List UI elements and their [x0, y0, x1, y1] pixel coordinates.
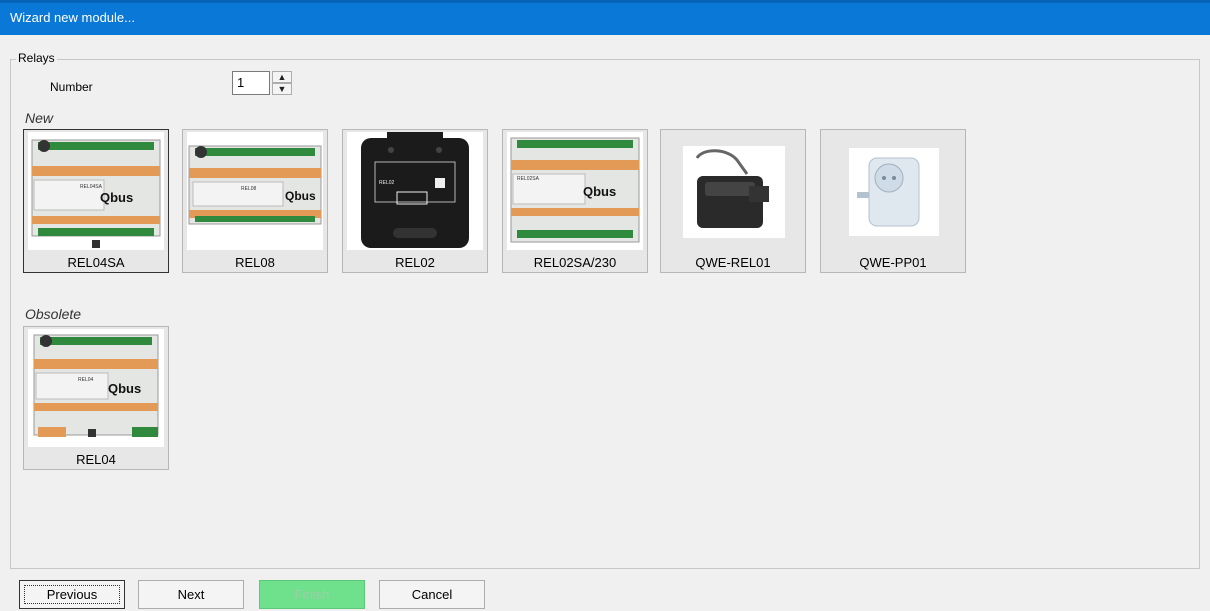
number-input[interactable]: 1	[232, 71, 270, 95]
module-tile-rel04sa[interactable]: Qbus REL04SA REL04SA	[23, 129, 169, 273]
rel02-device-image: REL02	[347, 132, 483, 250]
next-label: Next	[177, 587, 205, 602]
spin-down-button[interactable]: ▼	[272, 83, 292, 95]
module-tile-qwe-pp01[interactable]: QWE-PP01	[820, 129, 966, 273]
number-label: Number	[50, 80, 93, 94]
module-tile-rel02[interactable]: REL02 REL02	[342, 129, 488, 273]
module-name: REL02	[395, 255, 435, 270]
qwe-rel01-device-image	[683, 146, 785, 238]
svg-text:Qbus: Qbus	[100, 190, 133, 205]
svg-text:Qbus: Qbus	[583, 184, 616, 199]
rel04-device-image: Qbus REL04	[28, 329, 164, 447]
module-tile-rel02sa-230[interactable]: Qbus REL02SA REL02SA/230	[502, 129, 648, 273]
finish-button[interactable]: Finish	[259, 580, 365, 609]
rel02sa-device-image: Qbus REL02SA	[507, 132, 643, 250]
module-name: REL02SA/230	[533, 255, 617, 270]
cancel-label: Cancel	[411, 587, 453, 602]
svg-text:REL04: REL04	[78, 377, 94, 383]
number-spinner[interactable]: 1 ▲ ▼	[232, 71, 292, 97]
module-name: QWE-PP01	[859, 255, 927, 270]
module-tile-qwe-rel01[interactable]: QWE-REL01	[660, 129, 806, 273]
module-tile-rel08[interactable]: Qbus REL08 REL08	[182, 129, 328, 273]
svg-text:REL02SA: REL02SA	[517, 176, 540, 182]
rel08-device-image: Qbus REL08	[187, 132, 323, 250]
spin-up-button[interactable]: ▲	[272, 71, 292, 83]
module-name: REL04SA	[67, 255, 125, 270]
module-name: REL08	[235, 255, 275, 270]
window-titlebar: Wizard new module...	[0, 0, 1210, 35]
svg-text:REL08: REL08	[241, 186, 257, 192]
svg-text:Qbus: Qbus	[285, 189, 316, 203]
svg-text:Qbus: Qbus	[108, 381, 141, 396]
cancel-button[interactable]: Cancel	[379, 580, 485, 609]
window-title: Wizard new module...	[10, 10, 135, 25]
rel04sa-device-image: Qbus REL04SA	[28, 132, 164, 250]
relays-group-label: Relays	[16, 51, 57, 65]
section-label-obsolete: Obsolete	[25, 306, 82, 322]
module-name: REL04	[76, 452, 116, 467]
module-name: QWE-REL01	[695, 255, 771, 270]
svg-text:REL04SA: REL04SA	[80, 184, 103, 190]
section-label-new: New	[25, 110, 54, 126]
next-button[interactable]: Next	[138, 580, 244, 609]
focus-ring	[24, 585, 120, 604]
previous-button[interactable]: Previous	[19, 580, 125, 609]
module-tile-rel04[interactable]: Qbus REL04 REL04	[23, 326, 169, 470]
finish-label: Finish	[294, 587, 330, 602]
qwe-pp01-device-image	[849, 148, 939, 236]
titlebar-top-edge	[0, 0, 1210, 3]
svg-text:REL02: REL02	[379, 180, 395, 186]
